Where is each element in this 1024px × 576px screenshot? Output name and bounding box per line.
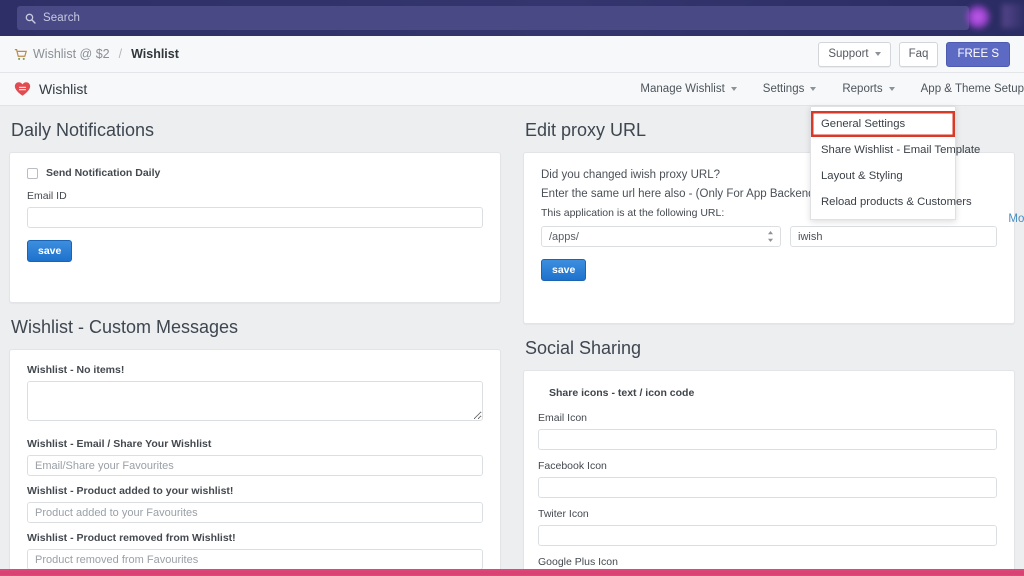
bottom-accent-bar-inner [0, 571, 1024, 575]
search-icon [25, 13, 36, 24]
proxy-prefix-select-wrapper: /apps/ [541, 226, 781, 247]
custom-message-field-product-removed: Wishlist - Product removed from Wishlist… [27, 532, 483, 570]
free-trial-button[interactable]: FREE S [946, 41, 1010, 67]
send-notification-daily-row[interactable]: Send Notification Daily [27, 167, 483, 179]
email-id-input[interactable] [27, 207, 483, 228]
dropdown-item-general-settings-label: General Settings [821, 118, 906, 130]
product-added-input[interactable] [27, 502, 483, 523]
breadcrumb-actions: Support Faq FREE S [818, 41, 1010, 67]
shop-cart-icon [14, 48, 27, 60]
proxy-save-button[interactable]: save [541, 259, 587, 281]
search-placeholder: Search [43, 12, 81, 24]
app-nav-items: Manage Wishlist Settings Reports App & T… [627, 73, 1024, 106]
email-share-label: Wishlist - Email / Share Your Wishlist [27, 438, 212, 450]
app-brand: Wishlist [14, 81, 87, 97]
nav-item-settings[interactable]: Settings [750, 73, 830, 106]
custom-message-field-no-items: Wishlist - No items! [27, 364, 483, 426]
dropdown-item-layout-styling-label: Layout & Styling [821, 170, 903, 182]
email-icon-label: Email Icon [538, 412, 588, 424]
daily-notifications-card: Send Notification Daily Email ID save [9, 152, 501, 303]
free-trial-button-label: FREE S [957, 48, 999, 60]
settings-dropdown-menu: General Settings Share Wishlist - Email … [810, 106, 980, 220]
daily-notifications-title: Daily Notifications [11, 120, 155, 140]
send-notification-daily-label: Send Notification Daily [46, 167, 161, 179]
chevron-down-icon [888, 87, 895, 91]
avatar[interactable] [964, 3, 992, 31]
proxy-prefix-select[interactable]: /apps/ [541, 226, 781, 247]
twitter-icon-label: Twiter Icon [538, 508, 589, 520]
email-icon-input[interactable] [538, 429, 997, 450]
no-items-label: Wishlist - No items! [27, 364, 125, 376]
product-removed-input[interactable] [27, 549, 483, 570]
faq-button-label: Faq [908, 48, 929, 60]
nav-item-settings-label: Settings [762, 83, 805, 95]
product-removed-label: Wishlist - Product removed from Wishlist… [27, 532, 236, 544]
more-info-link[interactable]: More Info [1008, 213, 1024, 225]
social-field-twitter: Twiter Icon [538, 508, 997, 546]
send-notification-daily-checkbox[interactable] [27, 167, 38, 179]
breadcrumb-shop[interactable]: Wishlist @ $2 [33, 47, 110, 61]
breadcrumb-current: Wishlist [131, 47, 179, 61]
facebook-icon-input[interactable] [538, 477, 997, 498]
app-title: Wishlist [39, 81, 88, 97]
proxy-url-row: /apps/ [541, 226, 997, 247]
custom-message-field-email-share: Wishlist - Email / Share Your Wishlist [27, 438, 483, 476]
google-plus-icon-label: Google Plus Icon [538, 556, 618, 568]
dropdown-item-general-settings[interactable]: General Settings [811, 111, 955, 137]
no-items-textarea[interactable] [27, 381, 483, 421]
email-share-input[interactable] [27, 455, 483, 476]
heart-icon [14, 82, 31, 96]
custom-message-field-product-added: Wishlist - Product added to your wishlis… [27, 485, 483, 523]
left-column: Daily Notifications Send Notification Da… [9, 106, 501, 576]
global-topbar: Search [0, 0, 1024, 36]
app-nav: Wishlist Manage Wishlist Settings Report… [0, 73, 1024, 220]
breadcrumb-separator: / [118, 47, 123, 61]
dropdown-item-reload-products-customers[interactable]: Reload products & Customers [811, 189, 972, 215]
search-input[interactable]: Search [17, 6, 969, 30]
daily-notifications-save-button[interactable]: save [27, 240, 73, 262]
dropdown-item-share-wishlist-email-template[interactable]: Share Wishlist - Email Template [811, 137, 980, 163]
chevron-down-icon [874, 52, 881, 56]
faq-button[interactable]: Faq [898, 41, 939, 67]
nav-item-app-theme-setup-label: App & Theme Setup [920, 83, 1024, 95]
facebook-icon-label: Facebook Icon [538, 460, 607, 472]
proxy-url-input[interactable] [790, 226, 997, 247]
product-added-label: Wishlist - Product added to your wishlis… [27, 485, 234, 497]
support-button-label: Support [828, 48, 869, 60]
dropdown-item-layout-styling[interactable]: Layout & Styling [811, 163, 955, 189]
nav-item-manage-wishlist-label: Manage Wishlist [640, 83, 725, 95]
chevron-down-icon [730, 87, 737, 91]
social-sharing-title: Social Sharing [525, 338, 642, 358]
avatar-glow-secondary [1002, 4, 1024, 28]
nav-item-reports[interactable]: Reports [829, 73, 907, 106]
share-icons-subtitle: Share icons - text / icon code [549, 387, 695, 399]
support-button[interactable]: Support [818, 41, 891, 67]
email-id-label: Email ID [27, 190, 67, 202]
chevron-down-icon [810, 87, 817, 91]
social-field-facebook: Facebook Icon [538, 460, 997, 498]
custom-messages-title: Wishlist - Custom Messages [11, 317, 239, 337]
bottom-accent-bar [0, 569, 1024, 576]
custom-messages-card: Wishlist - No items! Wishlist - Email / … [9, 349, 501, 576]
dropdown-item-share-wishlist-label: Share Wishlist - Email Template [821, 144, 981, 156]
social-field-email: Email Icon [538, 412, 997, 450]
social-sharing-card: Share icons - text / icon code Email Ico… [523, 370, 1015, 576]
dropdown-item-reload-products-label: Reload products & Customers [821, 196, 972, 208]
nav-item-app-theme-setup[interactable]: App & Theme Setup [908, 73, 1024, 106]
twitter-icon-input[interactable] [538, 525, 997, 546]
breadcrumb-bar: Wishlist @ $2 / Wishlist Support Faq FRE… [0, 36, 1024, 73]
nav-item-manage-wishlist[interactable]: Manage Wishlist [627, 73, 749, 106]
nav-item-reports-label: Reports [842, 83, 883, 95]
